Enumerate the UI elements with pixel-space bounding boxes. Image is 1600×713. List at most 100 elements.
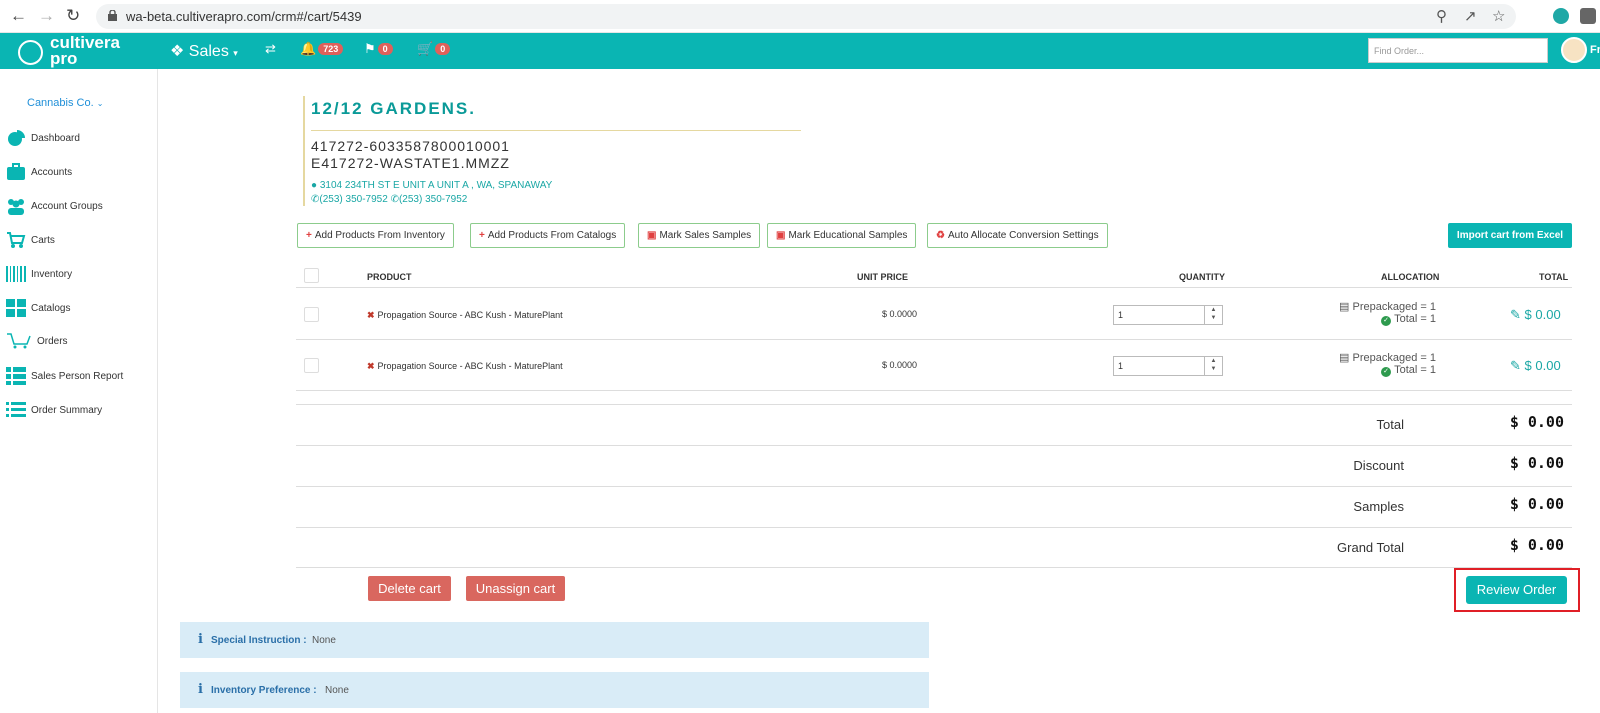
mark-educational-samples-button[interactable]: ▣ Mark Educational Samples [767, 223, 917, 248]
quantity-value: 1 [1118, 310, 1124, 320]
auto-allocate-conversion-settings-button[interactable]: ♻ Auto Allocate Conversion Settings [927, 223, 1108, 248]
summary-discount-row: Discount $ 0.00 [296, 445, 1572, 486]
button-label: Add Products From Catalogs [487, 230, 617, 241]
bookmark-star-icon[interactable]: ☆ [1492, 7, 1505, 25]
sidebar-item-label: Inventory [31, 269, 73, 280]
summary-grand-total-value: $ 0.00 [1509, 536, 1564, 554]
allocation-total: Total = 1 [1394, 313, 1436, 325]
unassign-cart-button[interactable]: Unassign cart [466, 576, 565, 601]
review-order-button[interactable]: Review Order [1466, 576, 1567, 604]
spinner-arrows-icon[interactable]: ▲ ▼ [1204, 306, 1222, 324]
puzzle-icon[interactable] [1580, 8, 1596, 24]
select-all-checkbox[interactable] [304, 268, 319, 283]
sidebar-item-orders[interactable]: Orders [0, 329, 158, 353]
spinner-arrows-icon[interactable]: ▲ ▼ [1204, 357, 1222, 375]
product-cell: ✖ Propagation Source - ABC Kush - MatureP… [367, 310, 563, 321]
row-checkbox[interactable] [304, 358, 319, 373]
product-name: Propagation Source - ABC Kush - MaturePl… [377, 361, 563, 371]
unit-price-cell: $ 0.0000 [882, 309, 918, 319]
special-instruction-value: None [312, 635, 336, 646]
sidebar-item-dashboard[interactable]: Dashboard [0, 126, 158, 150]
find-order-input[interactable]: Find Order... [1368, 38, 1548, 63]
plus-icon: + [306, 230, 312, 241]
row-total[interactable]: ✎ $ 0.00 [1510, 358, 1561, 374]
sales-menu[interactable]: ❖ Sales ▾ [170, 41, 238, 61]
notifications-button[interactable]: 🔔 723 [300, 41, 344, 57]
special-instruction-label: Special Instruction : [211, 635, 307, 646]
notifications-badge: 723 [318, 43, 344, 55]
mark-sales-samples-button[interactable]: ▣ Mark Sales Samples [638, 223, 761, 248]
sidebar-item-label: Catalogs [31, 303, 71, 314]
delete-cart-button[interactable]: Delete cart [368, 576, 451, 601]
company-name: Cannabis Co. [27, 97, 94, 109]
sidebar-item-carts[interactable]: Carts [0, 228, 158, 252]
account-address: ● 3104 234TH ST E UNIT A UNIT A , WA, SP… [311, 180, 552, 191]
phone-icon: ✆ [390, 194, 399, 205]
quantity-stepper[interactable]: 1 ▲ ▼ [1113, 305, 1223, 325]
sidebar-item-label: Sales Person Report [31, 371, 124, 382]
row-checkbox[interactable] [304, 307, 319, 322]
list-icon [6, 367, 26, 385]
flags-badge: 0 [377, 43, 393, 55]
map-marker-icon: ● [311, 180, 318, 191]
pencil-icon[interactable]: ✎ [1510, 307, 1521, 322]
sidebar-item-sales-person-report[interactable]: Sales Person Report [0, 364, 158, 388]
address-bar[interactable]: wa-beta.cultiverapro.com/crm#/cart/5439 … [96, 4, 1516, 29]
sidebar-item-accounts[interactable]: Accounts [0, 160, 158, 184]
check-circle-icon: ✓ [1381, 316, 1392, 326]
sidebar-item-inventory[interactable]: Inventory [0, 262, 158, 286]
company-selector[interactable]: Cannabis Co. ⌄ [27, 97, 103, 109]
column-product: PRODUCT [367, 272, 412, 282]
phone-number[interactable]: (253) 350-7952 [319, 194, 387, 205]
gift-icon: ▣ [776, 230, 786, 241]
reload-icon[interactable]: ↻ [66, 7, 80, 25]
barcode-icon [6, 266, 26, 282]
sidebar-item-catalogs[interactable]: Catalogs [0, 296, 158, 320]
sidebar-item-account-groups[interactable]: Account Groups [0, 194, 158, 218]
inventory-preference-panel: i Inventory Preference : None [180, 672, 929, 708]
zoom-icon[interactable]: ⚲ [1436, 7, 1447, 25]
summary-samples-label: Samples [1353, 499, 1404, 514]
sidebar-item-label: Orders [37, 336, 68, 347]
forward-arrow-icon[interactable]: → [38, 7, 55, 25]
account-license-id: 417272-6033587800010001 [311, 138, 510, 154]
sidebar-item-label: Order Summary [31, 405, 103, 416]
allocation-cell: ▤ Prepackaged = 1 ✓ Total = 1 [1339, 351, 1436, 377]
flags-button[interactable]: ⚑ 0 [364, 41, 393, 57]
remove-icon[interactable]: ✖ [367, 310, 375, 320]
row-total[interactable]: ✎ $ 0.00 [1510, 307, 1561, 323]
extension-icon[interactable] [1553, 8, 1569, 24]
phone-number[interactable]: (253) 350-7952 [399, 194, 467, 205]
allocation-prepackaged: Prepackaged = 1 [1352, 352, 1436, 364]
server-icon: ▤ [1339, 301, 1350, 313]
avatar[interactable] [1561, 37, 1587, 63]
info-icon: i [198, 682, 203, 697]
allocation-total: Total = 1 [1394, 364, 1436, 376]
import-cart-from-excel-button[interactable]: Import cart from Excel [1448, 223, 1572, 248]
row-total-value: $ 0.00 [1524, 358, 1561, 373]
cart-icon [7, 232, 26, 248]
chevron-down-icon: ▾ [233, 48, 238, 58]
switch-icon[interactable]: ⇄ [265, 41, 276, 57]
server-icon: ▤ [1339, 352, 1350, 364]
pie-chart-icon [8, 130, 25, 146]
remove-icon[interactable]: ✖ [367, 361, 375, 371]
bell-icon: 🔔 [300, 41, 317, 56]
unit-price-cell: $ 0.0000 [882, 360, 918, 370]
add-products-from-inventory-button[interactable]: + Add Products From Inventory [297, 223, 454, 248]
sidebar-item-label: Account Groups [31, 201, 103, 212]
cart-button[interactable]: 🛒 0 [417, 41, 451, 57]
address-text: 3104 234TH ST E UNIT A UNIT A , WA, SPAN… [319, 180, 553, 191]
pencil-icon[interactable]: ✎ [1510, 358, 1521, 373]
back-arrow-icon[interactable]: ← [10, 7, 27, 25]
user-name[interactable]: Fr [1590, 44, 1600, 56]
summary-discount-value: $ 0.00 [1509, 454, 1564, 472]
lock-icon [108, 10, 117, 21]
quantity-stepper[interactable]: 1 ▲ ▼ [1113, 356, 1223, 376]
sidebar-item-order-summary[interactable]: Order Summary [0, 398, 158, 422]
summary-total-value: $ 0.00 [1509, 413, 1564, 431]
button-label: Mark Sales Samples [659, 230, 752, 241]
share-icon[interactable]: ↗ [1464, 7, 1477, 25]
add-products-from-catalogs-button[interactable]: + Add Products From Catalogs [470, 223, 626, 248]
table-row: ✖ Propagation Source - ABC Kush - MatureP… [296, 289, 1572, 340]
